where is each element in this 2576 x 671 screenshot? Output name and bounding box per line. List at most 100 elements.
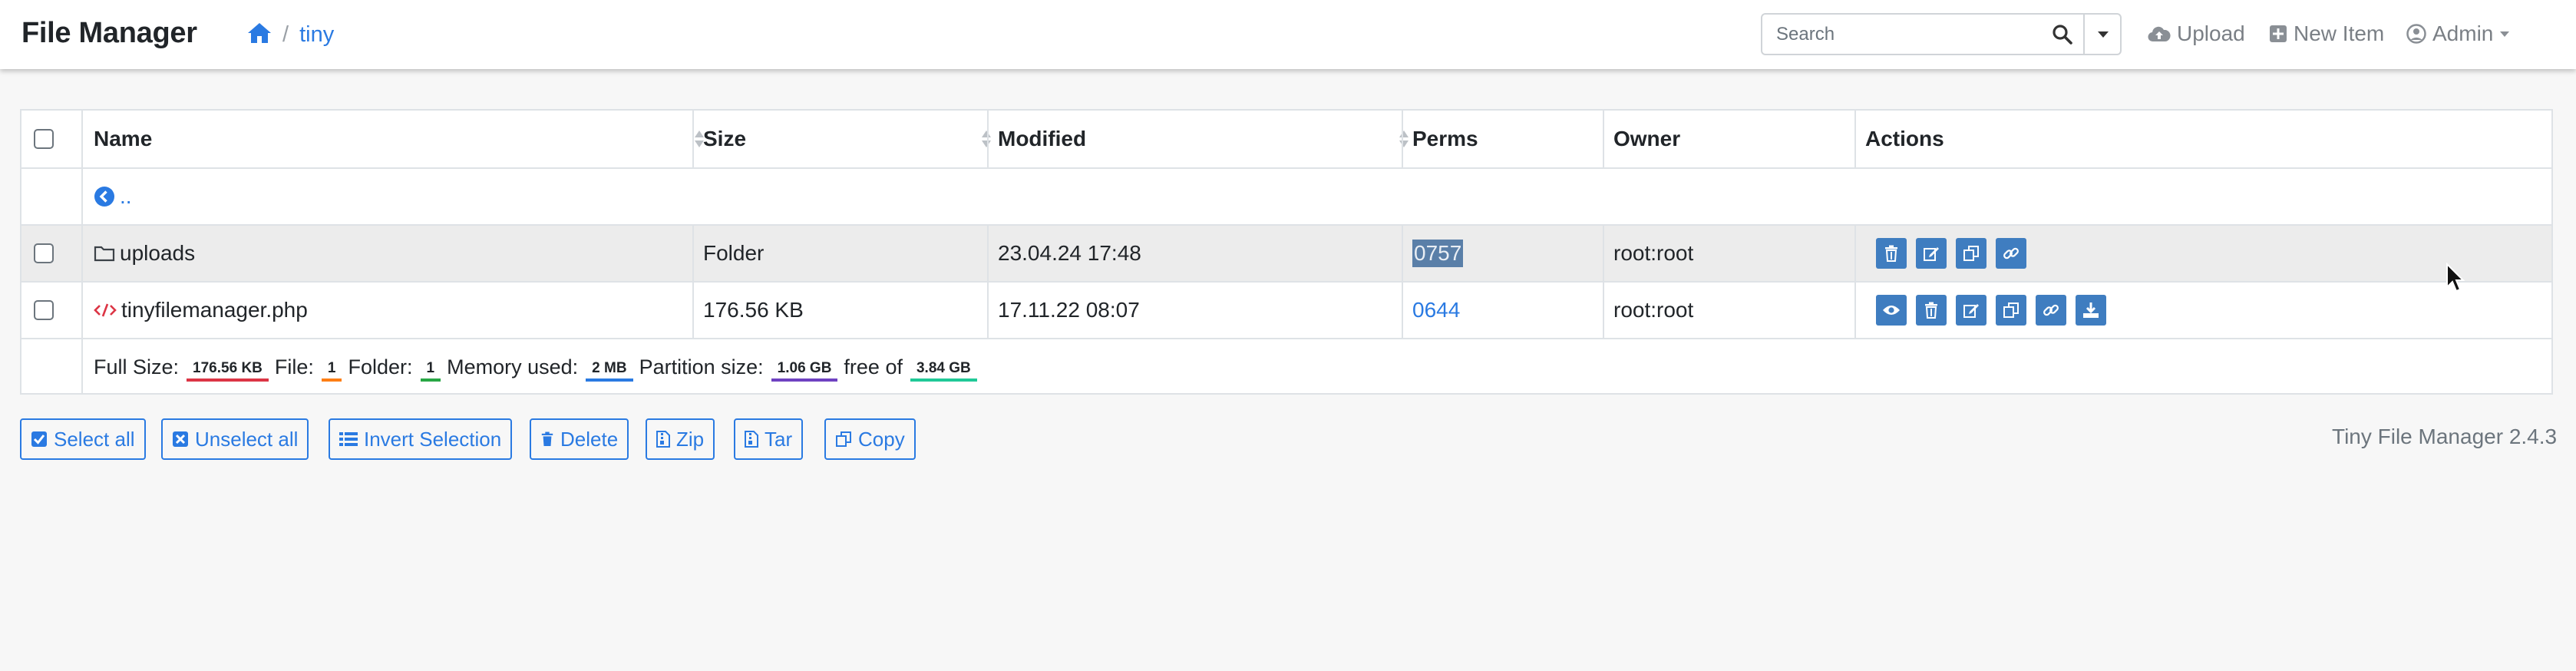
- row-select-cell: [21, 283, 83, 338]
- app-title[interactable]: File Manager: [21, 17, 197, 50]
- unselect-all-label: Unselect all: [195, 427, 299, 451]
- file-archive-icon: [745, 431, 758, 448]
- search-dropdown-button[interactable]: [2083, 15, 2122, 54]
- user-menu[interactable]: Admin: [2406, 21, 2510, 46]
- breadcrumb: / tiny: [247, 21, 334, 48]
- file-name-link[interactable]: tinyfilemanager.php: [94, 283, 692, 338]
- tar-button[interactable]: Tar: [734, 418, 804, 460]
- upload-label: Upload: [2177, 21, 2245, 45]
- preview-action-button[interactable]: [1876, 295, 1907, 326]
- file-count-label: File:: [274, 355, 314, 378]
- search-input[interactable]: [1762, 15, 2066, 54]
- file-name-link[interactable]: uploads: [94, 226, 692, 281]
- unselect-all-button[interactable]: Unselect all: [161, 418, 309, 460]
- copy-action-button[interactable]: [1956, 238, 1986, 269]
- owner-column-header: Owner: [1613, 111, 1867, 167]
- row-select-cell: [21, 226, 83, 281]
- rename-action-button[interactable]: [1956, 295, 1986, 326]
- name-column-header[interactable]: Name: [94, 111, 714, 167]
- file-size: Folder: [703, 241, 765, 265]
- edit-icon: [1924, 247, 1939, 261]
- cloud-upload-icon: [2148, 26, 2171, 42]
- actions-cell: [1865, 226, 2326, 281]
- file-perms-link[interactable]: 0757: [1412, 240, 1464, 267]
- actions-column-header: Actions: [1865, 111, 2326, 167]
- actions-cell: [1865, 283, 2326, 338]
- home-icon[interactable]: [247, 21, 272, 48]
- x-square-icon: [173, 431, 188, 447]
- folder-count-badge: 1: [420, 359, 441, 382]
- summary-row: Full Size: 176.56 KB File: 1 Folder: 1 M…: [21, 339, 2551, 395]
- new-item-link[interactable]: New Item: [2269, 21, 2384, 46]
- top-navbar: File Manager / tiny Upload New Item Admi…: [0, 0, 2576, 69]
- invert-selection-button[interactable]: Invert Selection: [329, 418, 513, 460]
- row-checkbox[interactable]: [34, 243, 54, 263]
- file-perms-link[interactable]: 0644: [1412, 298, 1460, 322]
- delete-action-button[interactable]: [1876, 238, 1907, 269]
- partition-badge: 1.06 GB: [771, 359, 838, 382]
- trash-icon: [541, 431, 553, 446]
- check-square-icon: [31, 431, 47, 447]
- download-icon: [2083, 302, 2099, 318]
- rename-action-button[interactable]: [1916, 238, 1947, 269]
- partition-label: Partition size:: [639, 355, 764, 378]
- edit-icon: [1963, 304, 1979, 318]
- table-row: tinyfilemanager.php 176.56 KB 17.11.22 0…: [21, 283, 2551, 339]
- mouse-cursor-icon: [2446, 263, 2465, 293]
- copy-icon: [1963, 246, 1979, 261]
- perms-cell: 0757: [1412, 226, 1603, 281]
- code-file-icon: [94, 303, 117, 317]
- direct-link-action-button[interactable]: [2036, 295, 2066, 326]
- copy-selected-button[interactable]: Copy: [824, 418, 916, 460]
- free-of-label: free of: [844, 355, 903, 378]
- breadcrumb-folder-link[interactable]: tiny: [299, 22, 334, 48]
- file-owner: root:root: [1613, 241, 1694, 265]
- zip-button[interactable]: Zip: [646, 418, 715, 460]
- view-icon: [1883, 306, 1900, 315]
- upload-link[interactable]: Upload: [2148, 21, 2245, 46]
- list-icon: [339, 432, 358, 446]
- zip-label: Zip: [676, 427, 705, 451]
- delete-label: Delete: [560, 427, 619, 451]
- size-header-label: Size: [703, 127, 747, 150]
- perms-column-header: Perms: [1412, 111, 1612, 167]
- copy-label: Copy: [858, 427, 905, 451]
- modified-header-label: Modified: [998, 127, 1087, 150]
- sort-icon: [982, 131, 991, 147]
- name-header-label: Name: [94, 127, 153, 150]
- select-all-button[interactable]: Select all: [20, 418, 146, 460]
- summary-info: Full Size: 176.56 KB File: 1 Folder: 1 M…: [94, 339, 1782, 395]
- parent-directory-row: ..: [21, 169, 2551, 226]
- perms-header-label: Perms: [1412, 127, 1478, 150]
- version-label: Tiny File Manager 2.4.3: [2332, 425, 2558, 448]
- copy-action-button[interactable]: [1996, 295, 2026, 326]
- download-action-button[interactable]: [2076, 295, 2106, 326]
- size-column-header[interactable]: Size: [703, 111, 1001, 167]
- row-checkbox[interactable]: [34, 300, 54, 320]
- folder-icon: [94, 246, 115, 262]
- parent-directory-link[interactable]: ..: [94, 169, 401, 224]
- file-name: tinyfilemanager.php: [121, 298, 308, 322]
- file-modified: 23.04.24 17:48: [998, 241, 1141, 265]
- search-button[interactable]: [2042, 15, 2083, 54]
- delete-selected-button[interactable]: Delete: [530, 418, 629, 460]
- modified-column-header[interactable]: Modified: [998, 111, 1418, 167]
- user-label: Admin: [2432, 21, 2494, 45]
- trash-icon: [1925, 302, 1937, 319]
- parent-directory-label: ..: [120, 184, 132, 208]
- direct-link-action-button[interactable]: [1996, 238, 2026, 269]
- table-row: uploads Folder 23.04.24 17:48 0757 root:…: [21, 226, 2551, 283]
- file-table: Name Size Modified Perms Owner Actions .…: [20, 109, 2553, 395]
- chevron-circle-left-icon: [94, 187, 114, 207]
- link-icon: [2043, 304, 2059, 316]
- file-count-badge: 1: [321, 359, 342, 382]
- file-archive-icon: [656, 431, 670, 448]
- perms-cell: 0644: [1412, 283, 1603, 338]
- caret-down-icon: [2098, 31, 2109, 38]
- search-icon: [2053, 24, 2072, 45]
- breadcrumb-separator: /: [282, 22, 289, 47]
- folder-count-label: Folder:: [348, 355, 413, 378]
- select-all-checkbox[interactable]: [34, 129, 54, 149]
- delete-action-button[interactable]: [1916, 295, 1947, 326]
- caret-down-icon: [2500, 31, 2510, 37]
